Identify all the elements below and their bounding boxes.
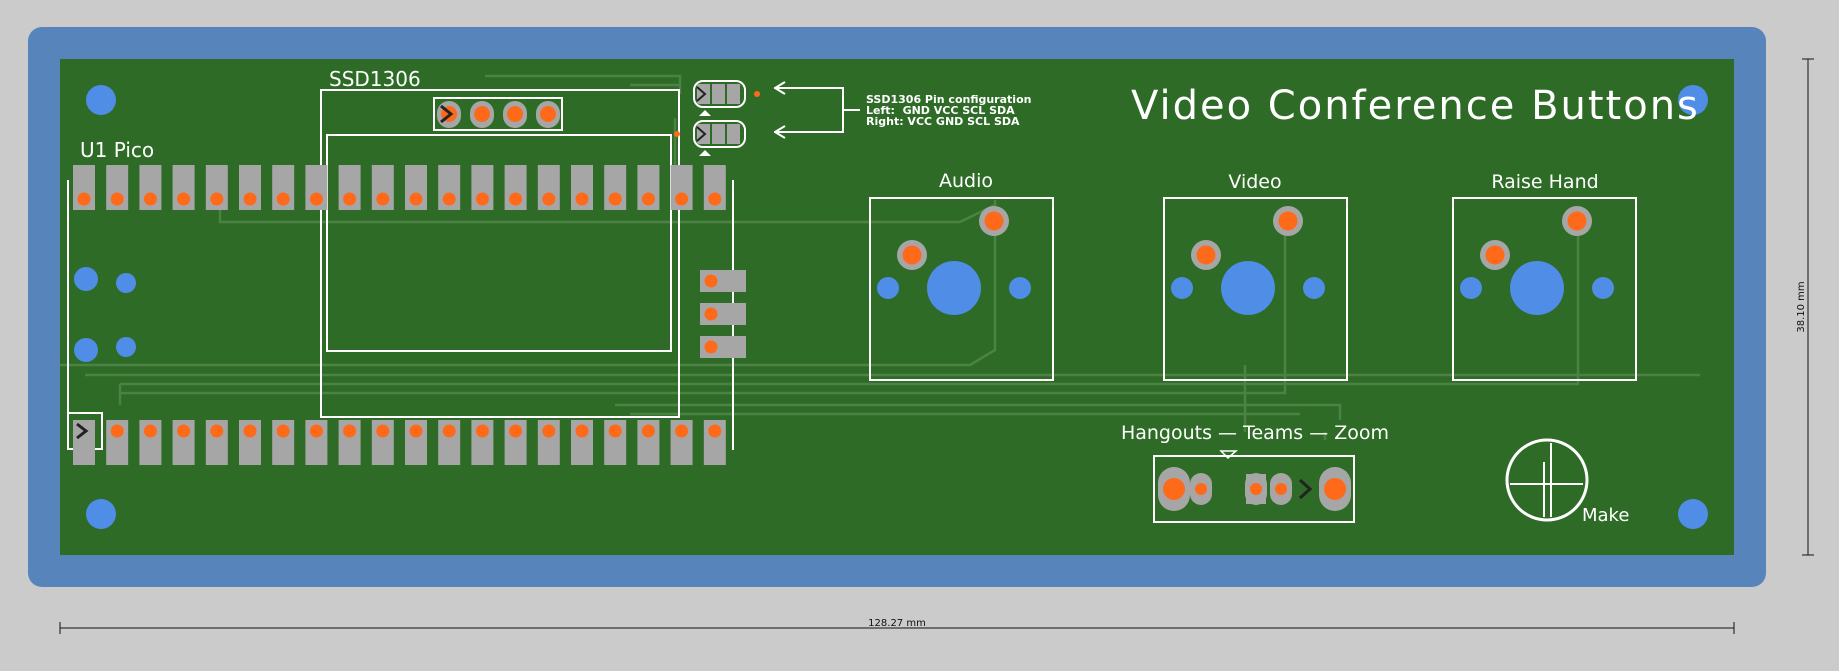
pico-drill xyxy=(708,424,722,438)
pico-drill xyxy=(409,192,423,206)
mounting-hole-icon xyxy=(1678,499,1708,529)
pico-drill xyxy=(509,424,523,438)
mounting-hole-icon xyxy=(116,337,136,357)
pico-drill xyxy=(309,424,323,438)
via xyxy=(754,91,760,97)
slide-switch-drill xyxy=(1163,478,1185,500)
pico-drill xyxy=(276,424,290,438)
pico-drill xyxy=(542,424,556,438)
slide-switch-drill xyxy=(1324,478,1346,500)
switch-drill xyxy=(1196,245,1216,265)
pico-drill xyxy=(641,192,655,206)
switch-center-hole xyxy=(927,261,981,315)
pico-drill xyxy=(243,424,257,438)
pico-drill xyxy=(708,192,722,206)
pico-drill xyxy=(641,424,655,438)
jumper-pad xyxy=(727,84,740,104)
page-title: Video Conference Buttons xyxy=(1131,83,1700,129)
make-label: Make xyxy=(1582,505,1629,526)
pico-drill xyxy=(509,192,523,206)
pcb-diagram: U1 Pico SSD1306 Video Conference Buttons… xyxy=(28,27,1814,634)
oled-label: SSD1306 xyxy=(329,67,421,91)
pico-drill xyxy=(343,192,357,206)
pico-drill xyxy=(243,192,257,206)
pico-drill xyxy=(143,192,157,206)
jumper-pad xyxy=(712,124,725,144)
pico-drill xyxy=(475,424,489,438)
pico-drill xyxy=(110,424,124,438)
via xyxy=(674,131,680,137)
mounting-hole-icon xyxy=(74,338,98,362)
jumper-pad xyxy=(727,124,740,144)
switch-center-hole xyxy=(1510,261,1564,315)
raise-hand-label: Raise Hand xyxy=(1491,171,1598,193)
header-drill xyxy=(704,274,718,288)
audio-label: Audio xyxy=(939,170,993,192)
pico-drill xyxy=(276,192,290,206)
board xyxy=(60,59,1734,555)
jumper-pad xyxy=(712,84,725,104)
pico-drill xyxy=(376,424,390,438)
pico-pad xyxy=(73,420,95,465)
slide-switch-drill xyxy=(1275,483,1287,495)
switch-peg-hole xyxy=(1171,277,1193,299)
video-label: Video xyxy=(1228,171,1281,193)
pico-drill xyxy=(376,192,390,206)
switch-peg-hole xyxy=(1460,277,1482,299)
pico-drill xyxy=(77,192,91,206)
pico-drill xyxy=(542,192,556,206)
pico-drill xyxy=(608,192,622,206)
mounting-hole-icon xyxy=(116,273,136,293)
pico-drill xyxy=(110,192,124,206)
pico-drill xyxy=(409,424,423,438)
pico-drill xyxy=(675,424,689,438)
pico-drill xyxy=(177,424,191,438)
switch-peg-hole xyxy=(1592,277,1614,299)
pico-drill xyxy=(575,192,589,206)
pico-drill xyxy=(343,424,357,438)
pico-drill xyxy=(210,424,224,438)
width-dimension: 128.27 mm xyxy=(868,618,926,629)
pico-drill xyxy=(608,424,622,438)
slide-switch-drill xyxy=(1195,483,1207,495)
pico-drill xyxy=(210,192,224,206)
switch-drill xyxy=(1567,211,1587,231)
mode-label: Hangouts — Teams — Zoom xyxy=(1121,422,1389,444)
switch-drill xyxy=(1278,211,1298,231)
mounting-hole-icon xyxy=(86,499,116,529)
pico-drill xyxy=(309,192,323,206)
pico-drill xyxy=(575,424,589,438)
pico-drill xyxy=(442,192,456,206)
switch-peg-hole xyxy=(1303,277,1325,299)
switch-center-hole xyxy=(1221,261,1275,315)
pico-drill xyxy=(675,192,689,206)
pico-drill xyxy=(442,424,456,438)
switch-peg-hole xyxy=(877,277,899,299)
oled-drill xyxy=(507,106,523,122)
oled-drill xyxy=(540,106,556,122)
pico-label: U1 Pico xyxy=(80,138,154,162)
switch-drill xyxy=(902,245,922,265)
oled-drill xyxy=(474,106,490,122)
pico-drill xyxy=(475,192,489,206)
switch-drill xyxy=(1485,245,1505,265)
slide-switch-drill xyxy=(1250,483,1262,495)
mounting-hole-icon xyxy=(86,85,116,115)
header-drill xyxy=(704,340,718,354)
switch-peg-hole xyxy=(1009,277,1031,299)
switch-drill xyxy=(984,211,1004,231)
pico-drill xyxy=(143,424,157,438)
header-drill xyxy=(704,307,718,321)
pico-drill xyxy=(177,192,191,206)
height-dimension: 38.10 mm xyxy=(1796,281,1807,332)
mounting-hole-icon xyxy=(74,267,98,291)
pin-config-right: Right: VCC GND SCL SDA xyxy=(866,115,1020,128)
